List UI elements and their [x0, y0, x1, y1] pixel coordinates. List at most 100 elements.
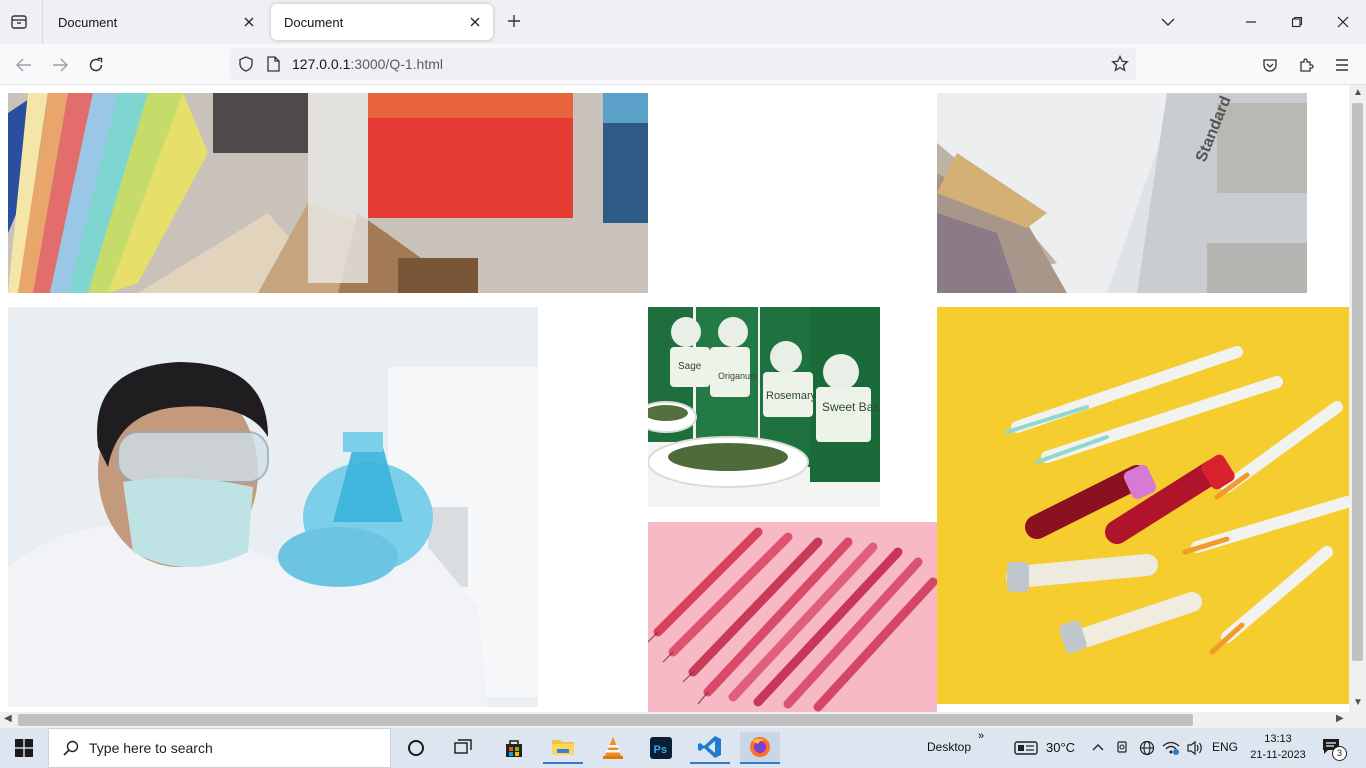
spice-jars-image: Sage Origanum Rosemary Sweet Basil	[648, 307, 880, 507]
app-menu-button[interactable]	[1330, 53, 1354, 77]
vscode-icon	[698, 736, 721, 758]
list-all-tabs-button[interactable]	[1156, 10, 1180, 34]
search-icon	[63, 740, 79, 756]
scroll-left-arrow-icon[interactable]: ◀	[4, 713, 12, 724]
image-syringes-on-pink	[648, 522, 937, 712]
weather-icon[interactable]	[1014, 740, 1038, 756]
tab-close-button[interactable]	[239, 12, 259, 32]
minimize-button[interactable]	[1239, 10, 1263, 34]
address-bar[interactable]: 127.0.0.1:3000/Q-1.html	[230, 48, 1136, 80]
url-text: 127.0.0.1:3000/Q-1.html	[292, 56, 443, 72]
reload-icon	[89, 57, 103, 72]
photoshop-icon: Ps	[650, 737, 672, 759]
color-swatches-image	[8, 93, 648, 293]
start-button[interactable]	[0, 728, 48, 768]
horizontal-scrollbar[interactable]: ◀ ▶	[0, 712, 1349, 728]
bookmark-star-icon[interactable]	[1111, 55, 1129, 73]
scientist-image	[8, 307, 538, 707]
scroll-corner	[1349, 712, 1366, 728]
image-scientist-with-flask	[8, 307, 538, 707]
desktop-toolbar-label[interactable]: Desktop	[927, 740, 971, 754]
task-view-button[interactable]	[443, 732, 483, 764]
tab-close-button[interactable]	[465, 12, 485, 32]
toolbar-expand-icon[interactable]: »	[978, 730, 984, 742]
back-button[interactable]	[12, 53, 36, 77]
tab-bar: Document Document	[0, 0, 1366, 44]
cortana-button[interactable]	[396, 732, 436, 764]
meet-now-icon[interactable]	[1116, 740, 1130, 756]
jar-label-origanum: Origanum	[718, 371, 758, 381]
windows-taskbar: Type here to search Ps Desktop » 30°C EN…	[0, 728, 1366, 768]
weather-temperature[interactable]: 30°C	[1046, 740, 1075, 755]
arrow-left-icon	[16, 58, 31, 72]
jar-label-sage: Sage	[678, 361, 702, 372]
notification-center-button[interactable]: 3	[1322, 738, 1347, 761]
image-spice-jars: Sage Origanum Rosemary Sweet Basil	[648, 307, 880, 507]
navigation-toolbar: 127.0.0.1:3000/Q-1.html	[0, 44, 1366, 85]
tab-title: Document	[284, 14, 344, 30]
syringes-pink-image	[648, 522, 937, 712]
firefox-icon	[750, 737, 770, 757]
forward-button[interactable]	[48, 53, 72, 77]
image-color-swatches	[8, 93, 648, 293]
vlc-cone-icon	[603, 737, 623, 759]
jar-label-rosemary: Rosemary	[766, 390, 817, 402]
minimize-icon	[1246, 21, 1256, 23]
tab-document-1[interactable]: Document	[45, 4, 267, 40]
pocket-button[interactable]	[1258, 53, 1282, 77]
task-view-icon	[454, 739, 472, 754]
close-window-button[interactable]	[1331, 10, 1355, 34]
tab-document-2[interactable]: Document	[271, 4, 493, 40]
network-wifi-icon[interactable]	[1162, 740, 1180, 756]
url-host: 127.0.0.1	[292, 56, 351, 72]
system-clock[interactable]: 13:13 21-11-2023	[1250, 731, 1306, 763]
scroll-down-arrow-icon[interactable]: ▼	[1353, 697, 1363, 708]
restore-icon	[1291, 16, 1303, 28]
arrow-right-icon	[53, 58, 68, 72]
windows-logo-icon	[15, 739, 33, 757]
new-tab-button[interactable]	[503, 11, 525, 33]
folder-icon	[552, 740, 574, 755]
taskbar-search-box[interactable]: Type here to search	[48, 728, 391, 768]
restore-button[interactable]	[1285, 10, 1309, 34]
tab-list-button[interactable]	[8, 11, 30, 33]
pocket-icon	[1263, 59, 1277, 72]
page-viewport: Standard Sage Origanum Rosemary Sweet Ba…	[0, 85, 1349, 712]
firefox-button[interactable]	[740, 732, 780, 764]
page-icon	[267, 56, 280, 72]
close-icon	[470, 17, 480, 27]
input-language-indicator[interactable]: ENG	[1212, 740, 1238, 754]
vlc-button[interactable]	[593, 732, 633, 764]
vscode-button[interactable]	[690, 732, 730, 764]
globe-icon[interactable]	[1139, 740, 1155, 756]
image-paint-samples: Standard	[937, 93, 1307, 293]
cortana-circle-icon	[408, 740, 424, 756]
chevron-up-icon[interactable]	[1092, 742, 1104, 752]
microsoft-store-button[interactable]	[494, 732, 534, 764]
puzzle-icon	[1300, 58, 1314, 72]
file-explorer-button[interactable]	[543, 732, 583, 764]
horizontal-scrollbar-thumb[interactable]	[18, 714, 1193, 726]
vertical-scrollbar[interactable]: ▲ ▼	[1349, 85, 1366, 712]
store-bag-icon	[506, 740, 522, 757]
hamburger-menu-icon	[1336, 59, 1348, 71]
svg-text:Ps: Ps	[654, 744, 667, 756]
scroll-right-arrow-icon[interactable]: ▶	[1336, 713, 1344, 724]
extensions-button[interactable]	[1294, 53, 1318, 77]
scroll-up-arrow-icon[interactable]: ▲	[1353, 87, 1363, 98]
shield-icon	[239, 56, 253, 72]
tab-separator	[42, 0, 43, 44]
close-icon	[1337, 16, 1349, 28]
close-icon	[244, 17, 254, 27]
speaker-volume-icon[interactable]	[1186, 740, 1204, 756]
reload-button[interactable]	[84, 53, 108, 77]
vertical-scrollbar-thumb[interactable]	[1352, 103, 1363, 661]
chevron-down-icon	[1161, 18, 1175, 26]
image-syringes-on-yellow	[937, 307, 1349, 704]
clock-time: 13:13	[1264, 733, 1292, 745]
photoshop-button[interactable]: Ps	[641, 732, 681, 764]
paint-samples-image: Standard	[937, 93, 1307, 293]
search-placeholder: Type here to search	[89, 740, 213, 756]
notification-count-badge: 3	[1332, 746, 1347, 761]
jar-label-sweet-basil: Sweet Basil	[822, 400, 880, 414]
